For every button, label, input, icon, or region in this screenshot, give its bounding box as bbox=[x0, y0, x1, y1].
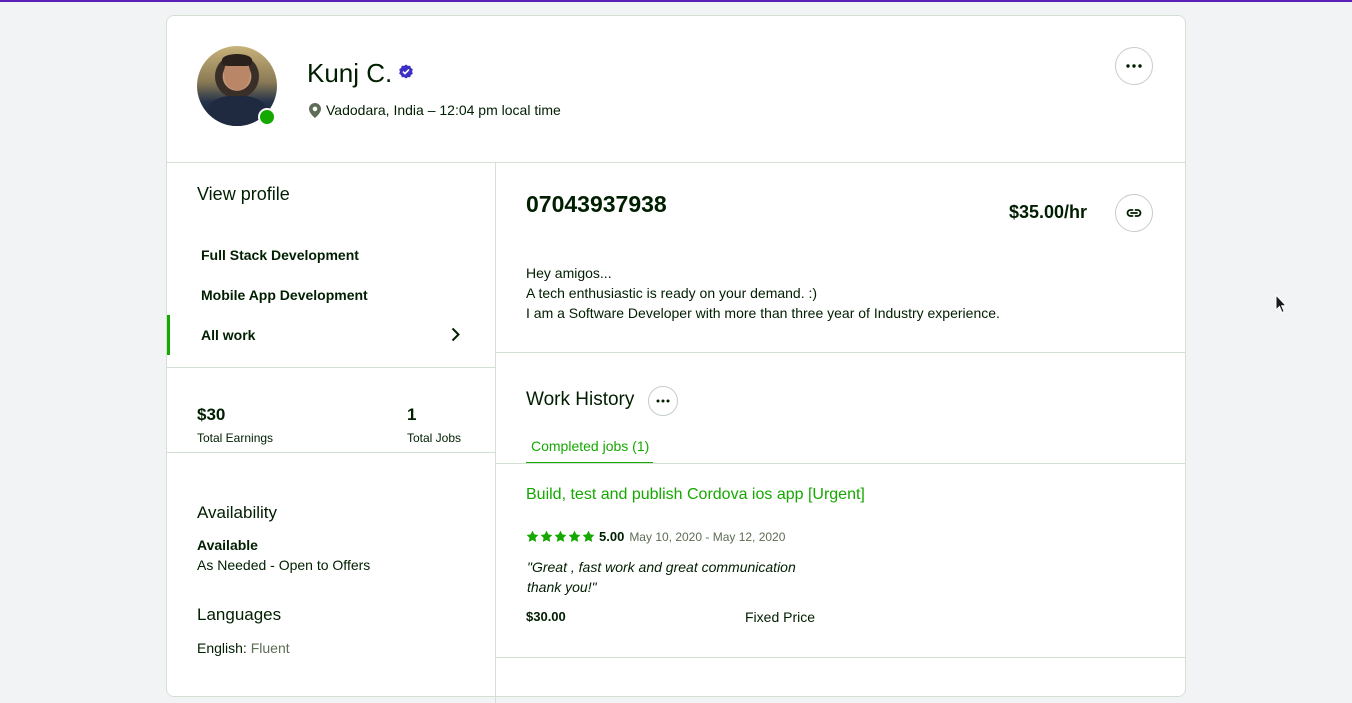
total-earnings-label: Total Earnings bbox=[197, 431, 274, 445]
copy-link-button[interactable] bbox=[1115, 194, 1153, 232]
star-icon bbox=[582, 530, 595, 542]
sidebar: View profile Full Stack Development Mobi… bbox=[167, 163, 496, 703]
availability-heading: Availability bbox=[197, 503, 278, 522]
location-row: Vadodara, India – 12:04 pm local time bbox=[309, 102, 561, 118]
more-icon bbox=[1126, 64, 1142, 68]
sidebar-item-all-work[interactable]: All work bbox=[167, 315, 495, 355]
sidebar-item-mobile-app[interactable]: Mobile App Development bbox=[167, 275, 495, 315]
more-icon bbox=[656, 399, 670, 403]
total-earnings-value: $30 bbox=[197, 405, 226, 424]
divider bbox=[496, 463, 1185, 464]
verified-badge-icon bbox=[398, 64, 414, 85]
link-icon bbox=[1126, 209, 1142, 217]
profile-header: Kunj C. Vadodara, India – 12:04 pm local… bbox=[167, 16, 1185, 163]
bio-line: Hey amigos... bbox=[526, 265, 612, 281]
job-rating-row: 5.00 May 10, 2020 - May 12, 2020 bbox=[526, 529, 785, 544]
location-text: Vadodara, India – 12:04 pm local time bbox=[326, 102, 561, 118]
chevron-right-icon bbox=[451, 327, 460, 342]
profile-card: Kunj C. Vadodara, India – 12:04 pm local… bbox=[166, 15, 1186, 703]
main-content: 07043937938 $35.00/hr Hey amigos... A te… bbox=[496, 163, 1185, 703]
hourly-rate: $35.00/hr bbox=[1009, 202, 1088, 222]
language-row: English: Fluent bbox=[197, 640, 290, 656]
more-options-button[interactable] bbox=[1115, 47, 1153, 85]
languages-heading: Languages bbox=[197, 605, 282, 624]
tab-completed-jobs[interactable]: Completed jobs (1) bbox=[526, 438, 654, 464]
job-title-link[interactable]: Build, test and publish Cordova ios app … bbox=[526, 486, 865, 504]
location-pin-icon bbox=[309, 102, 321, 118]
job-price-type: Fixed Price bbox=[745, 609, 816, 625]
job-review: "Great , fast work and great communicati… bbox=[527, 557, 796, 597]
star-icon bbox=[554, 530, 567, 542]
star-icon bbox=[526, 530, 539, 542]
total-jobs-value: 1 bbox=[407, 405, 417, 424]
work-history-heading: Work History bbox=[526, 389, 635, 410]
name-row: Kunj C. bbox=[307, 58, 414, 89]
divider bbox=[167, 452, 495, 453]
total-jobs-label: Total Jobs bbox=[407, 431, 462, 445]
online-status-dot bbox=[258, 108, 276, 126]
rating-score: 5.00 bbox=[599, 529, 625, 544]
mouse-cursor-icon bbox=[1275, 294, 1287, 314]
divider bbox=[496, 352, 1185, 353]
top-accent-bar bbox=[0, 0, 1352, 2]
availability-status: Available bbox=[197, 537, 258, 553]
star-rating bbox=[526, 530, 596, 543]
view-profile-heading: View profile bbox=[197, 184, 290, 204]
job-dates: May 10, 2020 - May 12, 2020 bbox=[629, 529, 786, 544]
language-level: Fluent bbox=[250, 640, 290, 656]
profile-name: Kunj C. bbox=[307, 58, 393, 88]
job-amount: $30.00 bbox=[526, 609, 566, 624]
sidebar-item-full-stack[interactable]: Full Stack Development bbox=[167, 235, 495, 275]
profile-title: 07043937938 bbox=[526, 191, 667, 217]
review-line: thank you!" bbox=[527, 579, 597, 595]
star-icon bbox=[568, 530, 581, 542]
divider bbox=[496, 657, 1185, 658]
review-line: "Great , fast work and great communicati… bbox=[527, 559, 796, 575]
sidebar-item-label: Mobile App Development bbox=[201, 287, 368, 303]
language-name: English: bbox=[197, 640, 247, 656]
sidebar-item-label: Full Stack Development bbox=[201, 247, 359, 263]
bio-line: I am a Software Developer with more than… bbox=[526, 305, 1000, 321]
bio-line: A tech enthusiastic is ready on your dem… bbox=[526, 285, 818, 301]
sidebar-item-label: All work bbox=[201, 327, 256, 343]
divider bbox=[167, 367, 495, 368]
star-icon bbox=[540, 530, 553, 542]
bio: Hey amigos... A tech enthusiastic is rea… bbox=[526, 263, 1000, 323]
work-history-more-button[interactable] bbox=[648, 386, 678, 416]
availability-detail: As Needed - Open to Offers bbox=[197, 557, 371, 573]
